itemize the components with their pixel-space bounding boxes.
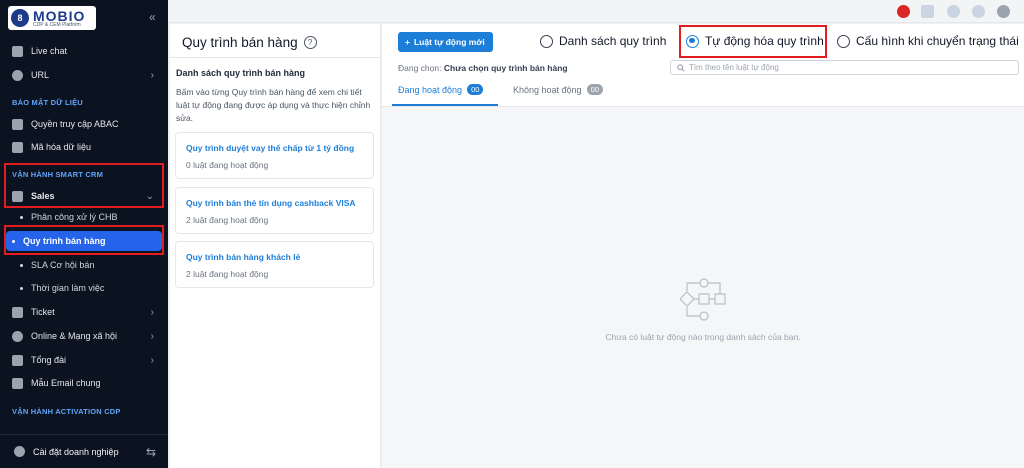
help-circle-icon[interactable]: ? — [303, 36, 317, 49]
process-card-sub: 0 luật đang hoạt động — [186, 160, 269, 170]
sidebar-item-url[interactable]: URL › — [12, 65, 160, 85]
divider — [170, 57, 381, 58]
sidebar-subitem-worktime[interactable]: Thời gian làm việc — [20, 279, 160, 297]
process-list-description: Bấm vào từng Quy trình bán hàng để xem c… — [176, 87, 371, 123]
radio-process-list[interactable]: Danh sách quy trình — [540, 34, 666, 48]
bullet-icon — [20, 215, 23, 219]
layers-icon — [12, 141, 23, 153]
search-input[interactable]: Tìm theo tên luật tự động — [670, 60, 1019, 75]
chevron-right-icon: › — [150, 69, 154, 81]
process-card[interactable]: Quy trình duyệt vay thế chấp từ 1 tỷ đồn… — [175, 132, 374, 179]
sidebar: 8 MOBIO CDP & CEM Platform « Live chat U… — [0, 0, 168, 468]
radio-unchecked-icon — [540, 34, 553, 48]
process-card-title: Quy trình bán hàng khách lẻ — [186, 252, 301, 262]
user-avatar-icon[interactable] — [997, 5, 1010, 18]
chevron-right-icon: › — [150, 354, 154, 366]
social-icon — [12, 330, 23, 342]
ticket-icon — [12, 306, 23, 318]
tab-inactive[interactable]: Không hoạt động 00 — [513, 84, 603, 95]
shield-icon — [12, 118, 23, 130]
globe-icon — [12, 69, 23, 81]
sidebar-item-live-chat[interactable]: Live chat — [12, 41, 160, 61]
search-icon — [677, 63, 685, 72]
chevron-right-icon: › — [150, 330, 154, 342]
process-list-heading: Danh sách quy trình bán hàng — [176, 68, 306, 78]
automation-main: + Luật tự động mới Danh sách quy trình T… — [382, 24, 1024, 468]
help-icon[interactable] — [947, 5, 960, 18]
sidebar-footer[interactable]: Cài đặt doanh nghiệp ⇆ — [0, 434, 168, 468]
section-cdp: VẬN HÀNH ACTIVATION CDP — [12, 407, 121, 416]
count-badge: 00 — [467, 84, 484, 95]
sidebar-item-callcenter[interactable]: Tổng đài › — [12, 350, 160, 370]
process-card[interactable]: Quy trình bán thẻ tín dụng cashback VISA… — [175, 187, 374, 234]
radio-unchecked-icon — [837, 34, 850, 48]
collapse-sidebar-icon[interactable]: « — [149, 10, 156, 24]
logo[interactable]: 8 MOBIO CDP & CEM Platform — [8, 6, 96, 30]
plus-icon: + — [405, 37, 410, 47]
topbar — [168, 0, 1024, 23]
logo-sub: CDP & CEM Platform — [33, 21, 81, 28]
bullet-icon — [20, 286, 23, 290]
sidebar-subitem-assign[interactable]: Phân công xử lý CHB — [20, 208, 160, 226]
bullet-icon — [20, 263, 23, 267]
settings-icon — [14, 446, 25, 457]
logo-name: MOBIO — [33, 7, 86, 24]
sidebar-item-encrypt[interactable]: Mã hóa dữ liệu — [12, 137, 160, 157]
radio-status-config[interactable]: Cấu hình khi chuyển trạng thái — [837, 34, 1019, 48]
sidebar-subitem-sla[interactable]: SLA Cơ hội bán — [20, 256, 160, 274]
logo-icon: 8 — [11, 9, 29, 27]
chat-icon — [12, 45, 23, 57]
process-panel: Quy trình bán hàng ? Danh sách quy trình… — [170, 24, 381, 468]
sidebar-item-online[interactable]: Online & Mạng xã hội › — [12, 326, 160, 346]
page-title: Quy trình bán hàng ? — [182, 35, 317, 50]
chevron-right-icon: › — [150, 306, 154, 318]
section-security: BẢO MẬT DỮ LIỆU — [12, 98, 83, 107]
process-card-sub: 2 luật đang hoạt động — [186, 269, 269, 279]
highlight-box-automation — [679, 25, 827, 58]
empty-state-text: Chưa có luật tự động nào trong danh sách… — [605, 332, 801, 342]
tab-active[interactable]: Đang hoạt động 00 — [398, 84, 484, 95]
process-card[interactable]: Quy trình bán hàng khách lẻ 2 luật đang … — [175, 241, 374, 288]
bell-icon[interactable] — [972, 5, 985, 18]
phone-icon — [12, 354, 23, 366]
flag-vn-icon[interactable] — [897, 5, 910, 18]
highlight-box-crm — [4, 163, 164, 208]
book-icon[interactable] — [921, 5, 934, 18]
sidebar-item-abac[interactable]: Quyền truy cập ABAC — [12, 114, 160, 134]
highlight-box-sales-process — [4, 225, 164, 255]
process-card-sub: 2 luật đang hoạt động — [186, 215, 269, 225]
process-card-title: Quy trình bán thẻ tín dụng cashback VISA — [186, 198, 356, 208]
process-card-title: Quy trình duyệt vay thế chấp từ 1 tỷ đồn… — [186, 143, 355, 153]
workflow-empty-icon — [680, 278, 726, 321]
swap-icon[interactable]: ⇆ — [146, 445, 156, 459]
selected-process: Đang chọn: Chưa chọn quy trình bán hàng — [398, 63, 568, 73]
mail-icon — [12, 377, 23, 389]
add-rule-button[interactable]: + Luật tự động mới — [398, 32, 493, 52]
count-badge: 00 — [586, 84, 603, 95]
sidebar-item-ticket[interactable]: Ticket › — [12, 302, 160, 322]
empty-state: Chưa có luật tự động nào trong danh sách… — [382, 107, 1024, 468]
sidebar-item-email[interactable]: Mẫu Email chung — [12, 373, 160, 393]
